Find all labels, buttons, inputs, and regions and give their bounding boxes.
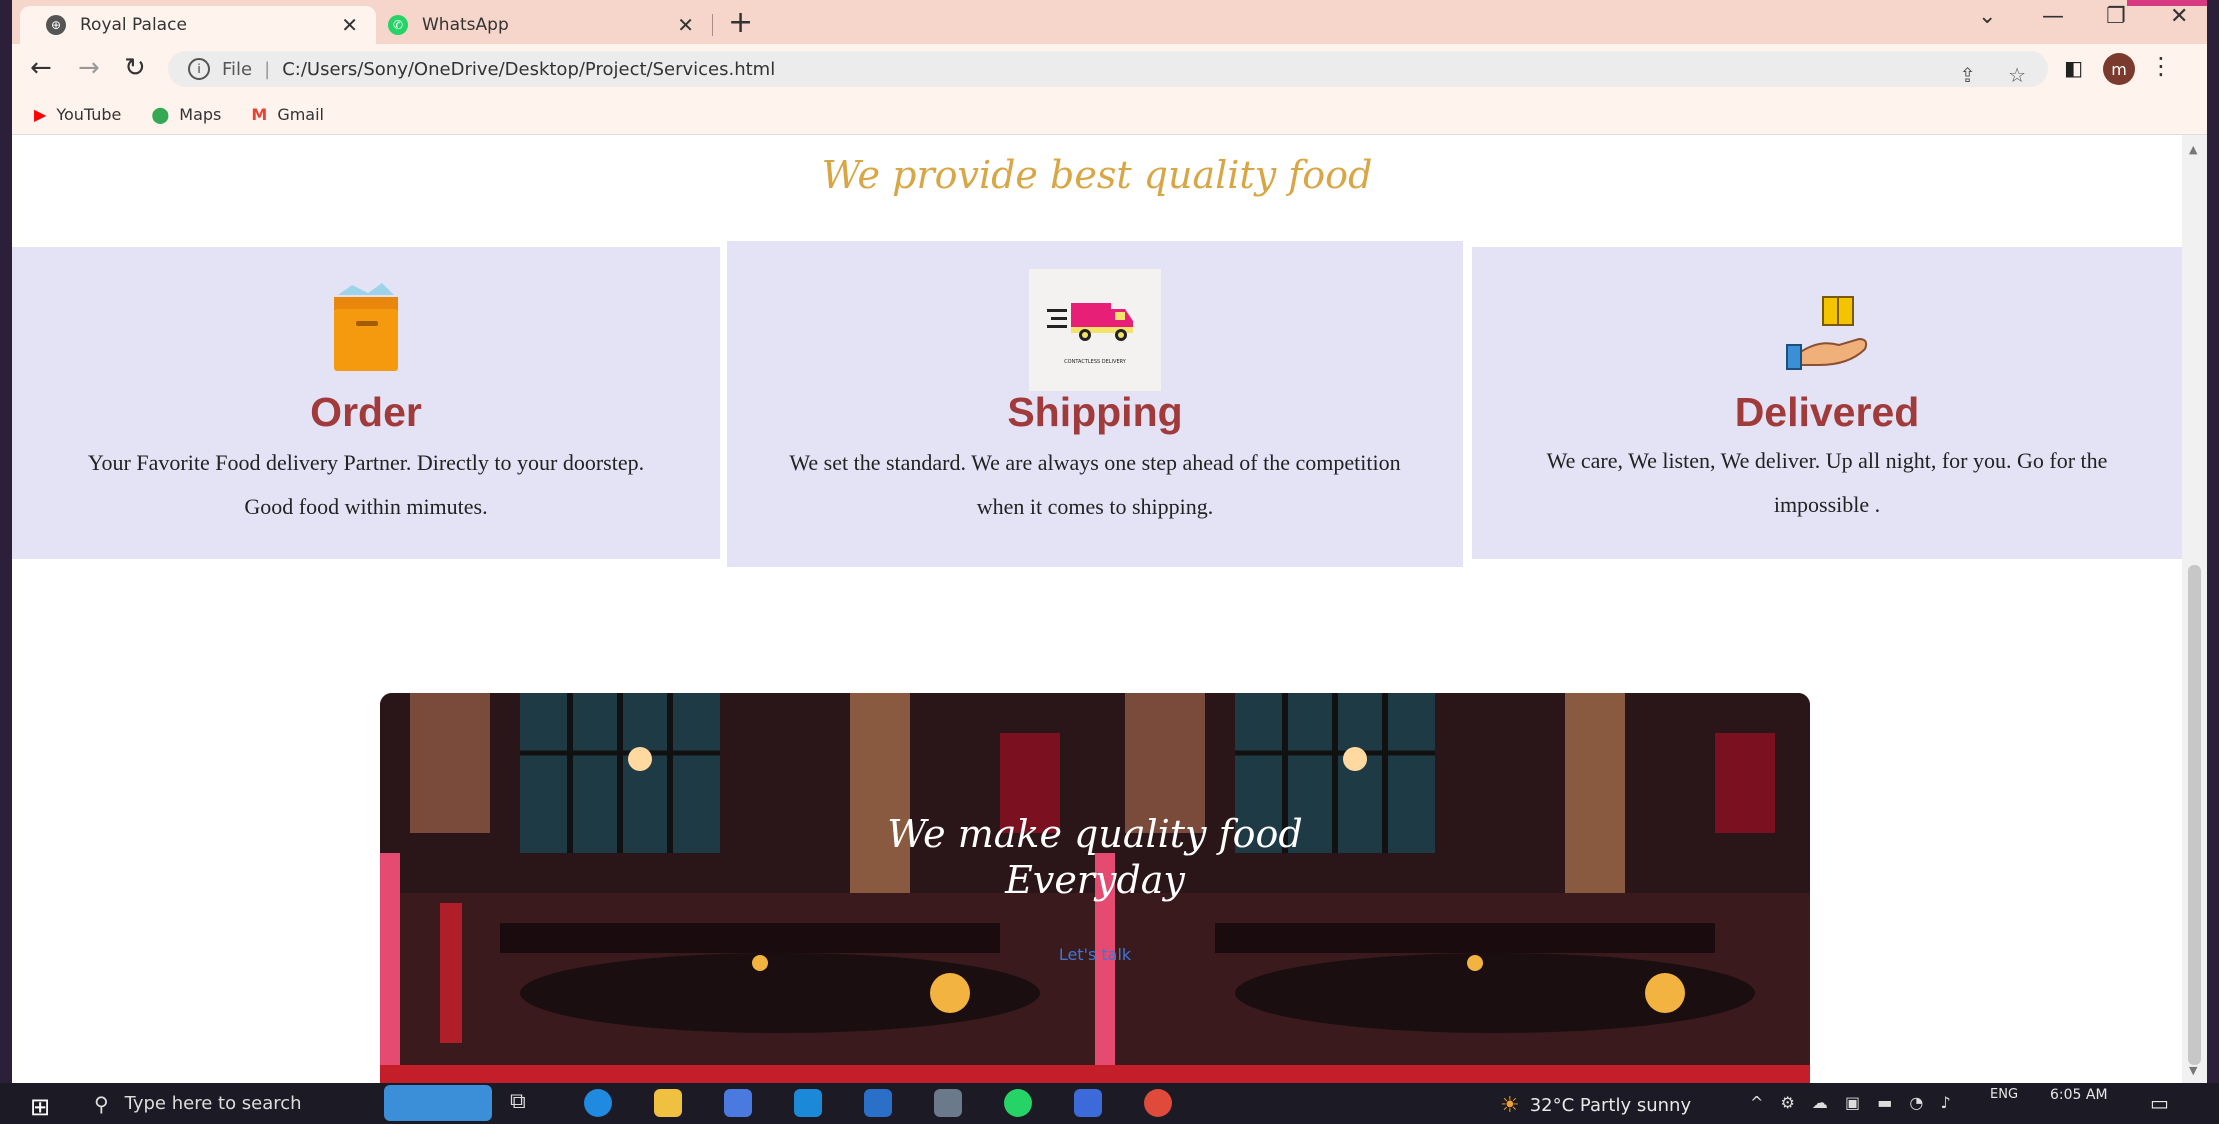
globe-icon: ⊕	[46, 15, 66, 35]
new-tab-button[interactable]: +	[728, 6, 753, 40]
window-accent	[2127, 0, 2207, 6]
restaurant-banner: We make quality food Everyday Let's talk	[380, 693, 1810, 1083]
banner-line-1: We make quality food	[887, 812, 1303, 856]
windows-start-icon[interactable]: ⊞	[30, 1093, 50, 1121]
edge-icon[interactable]	[584, 1089, 612, 1117]
media-player-icon[interactable]	[1074, 1089, 1102, 1117]
chrome-icon[interactable]	[1144, 1089, 1172, 1117]
store-icon[interactable]	[724, 1089, 752, 1117]
restore-button[interactable]: ❐	[2106, 4, 2126, 29]
delivery-truck-icon: CONTACTLESS DELIVERY	[1029, 269, 1161, 391]
minimize-button[interactable]: —	[2042, 4, 2064, 29]
bookmark-label: Maps	[179, 104, 222, 124]
bookmarks-bar: ▶ YouTube ⬤ Maps M Gmail	[12, 94, 2207, 135]
weather-text: 32°C Partly sunny	[1529, 1095, 1692, 1116]
windows-taskbar: ⊞ ⚲ Type here to search ⧉ ☀ 32°C Partly …	[0, 1083, 2219, 1124]
language-indicator[interactable]: ENG	[1990, 1087, 2018, 1103]
mail-icon[interactable]	[794, 1089, 822, 1117]
scrollbar-thumb[interactable]	[2188, 565, 2201, 1065]
card-text: We set the standard. We are always one s…	[789, 450, 1401, 519]
system-tray-icons[interactable]: ^ ⚙ ☁ ▣ ▬ ◔ ♪	[1750, 1093, 1957, 1112]
search-highlight-image	[384, 1085, 492, 1121]
bookmark-label: Gmail	[277, 104, 324, 124]
gmail-icon: M	[251, 104, 268, 124]
tab-strip: ⊕ Royal Palace ✕ ✆ WhatsApp ✕ + ⌄ — ❐ ✕	[12, 0, 2207, 44]
whatsapp-taskbar-icon[interactable]	[1004, 1089, 1032, 1117]
scroll-down-icon[interactable]: ▼	[2189, 1064, 2197, 1077]
icon-caption: CONTACTLESS DELIVERY	[1064, 359, 1127, 365]
address-bar[interactable]: i File | C:/Users/Sony/OneDrive/Desktop/…	[168, 51, 2048, 87]
browser-window: ⊕ Royal Palace ✕ ✆ WhatsApp ✕ + ⌄ — ❐ ✕ …	[12, 0, 2207, 1083]
food-box-icon	[316, 277, 416, 377]
whatsapp-icon: ✆	[388, 15, 408, 35]
scroll-up-icon[interactable]: ▲	[2189, 143, 2197, 156]
address-url: C:/Users/Sony/OneDrive/Desktop/Project/S…	[282, 58, 776, 80]
bookmark-youtube[interactable]: ▶ YouTube	[34, 105, 121, 124]
forward-button[interactable]: →	[78, 54, 100, 82]
tab-separator	[712, 14, 713, 36]
address-separator: |	[264, 58, 271, 80]
card-text: Your Favorite Food delivery Partner. Dir…	[87, 450, 645, 519]
vscode-icon[interactable]	[864, 1089, 892, 1117]
card-title: Delivered	[1734, 389, 1920, 435]
more-menu-icon[interactable]: ⋮	[2149, 52, 2173, 80]
bookmark-gmail[interactable]: M Gmail	[251, 105, 324, 124]
taskbar-search[interactable]: ⚲ Type here to search	[94, 1083, 374, 1124]
service-card-order: Order Your Favorite Food delivery Partne…	[12, 247, 720, 559]
lets-talk-button[interactable]: Let's talk	[380, 945, 1810, 964]
banner-heading: We make quality food Everyday	[380, 811, 1810, 903]
address-prefix: File	[222, 58, 253, 80]
page-headline: We provide best quality food	[821, 153, 1373, 197]
tab-label: Royal Palace	[80, 15, 187, 35]
profile-avatar[interactable]: m	[2103, 53, 2135, 85]
notification-icon[interactable]: ▭	[2150, 1091, 2169, 1115]
info-icon[interactable]: i	[188, 58, 210, 80]
tab-royal-palace[interactable]: ⊕ Royal Palace ✕	[20, 6, 376, 44]
weather-widget[interactable]: ☀ 32°C Partly sunny	[1500, 1093, 1691, 1118]
page-content: We provide best quality food Order Your …	[12, 135, 2182, 1083]
reload-button[interactable]: ↻	[124, 54, 146, 82]
clock[interactable]: 6:05 AM	[2050, 1087, 2108, 1103]
card-title: Shipping	[1007, 389, 1183, 435]
tab-whatsapp[interactable]: ✆ WhatsApp ✕	[362, 6, 712, 44]
card-text: We care, We listen, We deliver. Up all n…	[1546, 448, 2108, 517]
page-scrollbar[interactable]: ▲ ▼	[2182, 135, 2207, 1083]
tab-label: WhatsApp	[422, 15, 509, 35]
back-button[interactable]: ←	[30, 54, 52, 82]
close-icon[interactable]: ✕	[677, 13, 694, 37]
task-view-icon[interactable]: ⧉	[510, 1089, 538, 1117]
camera-icon[interactable]	[934, 1089, 962, 1117]
share-icon[interactable]: ⇪	[1959, 63, 1976, 87]
maps-pin-icon: ⬤	[151, 104, 170, 124]
card-title: Order	[310, 389, 422, 435]
search-icon: ⚲	[94, 1091, 109, 1116]
search-placeholder: Type here to search	[124, 1093, 302, 1114]
youtube-icon: ▶	[34, 104, 47, 124]
sun-cloud-icon: ☀	[1500, 1093, 1520, 1118]
close-icon[interactable]: ✕	[341, 13, 358, 37]
close-window-button[interactable]: ✕	[2170, 4, 2188, 29]
bookmark-maps[interactable]: ⬤ Maps	[151, 105, 221, 124]
service-card-shipping: CONTACTLESS DELIVERY Shipping We set the…	[727, 241, 1463, 567]
bookmark-star-icon[interactable]: ☆	[2008, 63, 2026, 87]
banner-line-2: Everyday	[1005, 858, 1185, 902]
side-panel-icon[interactable]: ◧	[2064, 56, 2083, 80]
tab-search-chevron-icon[interactable]: ⌄	[1978, 4, 1996, 29]
bookmark-label: YouTube	[56, 104, 122, 124]
browser-toolbar: ← → ↻ i File | C:/Users/Sony/OneDrive/De…	[12, 44, 2207, 94]
service-card-delivered: Delivered We care, We listen, We deliver…	[1472, 247, 2182, 559]
file-explorer-icon[interactable]	[654, 1089, 682, 1117]
hand-package-icon	[1779, 291, 1875, 377]
